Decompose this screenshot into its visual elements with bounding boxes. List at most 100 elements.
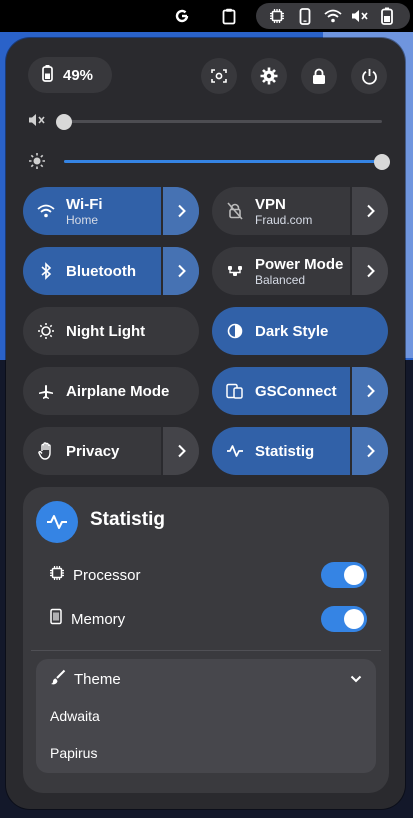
tile-airplane-mode[interactable]: Airplane Mode — [23, 367, 199, 415]
dark-style-toggle[interactable]: Dark Style — [212, 307, 388, 355]
privacy-expand-button[interactable] — [161, 427, 199, 475]
privacy-toggle[interactable]: Privacy — [23, 427, 161, 475]
tile-privacy[interactable]: Privacy — [23, 427, 199, 475]
statistig-title: Statistig — [255, 442, 315, 460]
wifi-network: Home — [66, 212, 99, 227]
screenshot-button[interactable] — [201, 58, 237, 94]
power-mode-expand-button[interactable] — [350, 247, 388, 295]
cpu-icon — [267, 6, 287, 26]
tile-power-mode[interactable]: Power Mode Balanced — [212, 247, 388, 295]
night-light-toggle[interactable]: Night Light — [23, 307, 199, 355]
chevron-right-icon — [177, 204, 186, 218]
wifi-icon — [37, 202, 55, 220]
power-button[interactable] — [351, 58, 387, 94]
phone-icon — [296, 6, 314, 26]
wifi-icon — [322, 6, 344, 26]
clipboard-icon[interactable] — [219, 6, 239, 26]
wifi-toggle[interactable]: Wi-Fi Home — [23, 187, 161, 235]
volume-slider[interactable] — [28, 110, 388, 132]
tile-bluetooth[interactable]: Bluetooth — [23, 247, 199, 295]
battery-percent: 49% — [63, 66, 94, 84]
statistig-expand-button[interactable] — [350, 427, 388, 475]
lock-icon — [313, 68, 325, 84]
dark-style-icon — [226, 322, 244, 340]
system-tray-button[interactable] — [256, 3, 410, 29]
power-mode-title: Power Mode — [255, 255, 344, 273]
wifi-expand-button[interactable] — [161, 187, 199, 235]
tile-statistig[interactable]: Statistig — [212, 427, 388, 475]
dark-style-title: Dark Style — [255, 322, 329, 340]
processor-row[interactable]: Processor — [49, 562, 367, 588]
gsconnect-title: GSConnect — [255, 382, 337, 400]
memory-row[interactable]: Memory — [49, 606, 367, 632]
battery-icon — [42, 64, 53, 86]
power-mode-toggle[interactable]: Power Mode Balanced — [212, 247, 350, 295]
chevron-right-icon — [177, 444, 186, 458]
vpn-expand-button[interactable] — [350, 187, 388, 235]
airplane-icon — [37, 382, 55, 400]
settings-button[interactable] — [251, 58, 287, 94]
night-light-icon — [37, 322, 55, 340]
memory-icon — [49, 608, 63, 630]
airplane-mode-title: Airplane Mode — [66, 382, 170, 400]
volume-track — [56, 114, 382, 130]
airplane-mode-toggle[interactable]: Airplane Mode — [23, 367, 199, 415]
battery-icon — [378, 6, 396, 26]
hand-icon — [37, 442, 55, 460]
power-mode-value: Balanced — [255, 272, 306, 287]
theme-option-adwaita[interactable]: Adwaita — [50, 708, 100, 724]
gear-icon — [260, 67, 278, 85]
top-bar — [0, 0, 413, 32]
cpu-icon — [49, 565, 65, 586]
brightness-slider[interactable] — [28, 150, 390, 172]
theme-option-papirus[interactable]: Papirus — [50, 745, 97, 761]
volume-knob[interactable] — [56, 114, 72, 130]
privacy-title: Privacy — [66, 442, 120, 460]
brightness-knob[interactable] — [374, 154, 390, 170]
switch-knob — [344, 565, 364, 585]
bluetooth-expand-button[interactable] — [161, 247, 199, 295]
google-g-icon[interactable] — [172, 6, 192, 26]
statistig-submenu: Statistig Processor Memory Theme Adwaita… — [23, 487, 389, 793]
gsconnect-expand-button[interactable] — [350, 367, 388, 415]
gsconnect-toggle[interactable]: GSConnect — [212, 367, 350, 415]
quick-settings-menu: 49% Wi-Fi Home VPN Fraud.com Bluetooth P… — [6, 38, 405, 809]
activity-icon — [226, 442, 244, 460]
vpn-off-icon — [226, 202, 244, 220]
switch-knob — [344, 609, 364, 629]
wifi-title: Wi-Fi — [66, 195, 103, 213]
submenu-separator — [31, 650, 381, 651]
processor-label: Processor — [73, 566, 141, 584]
statistig-toggle[interactable]: Statistig — [212, 427, 350, 475]
activity-icon — [36, 501, 78, 543]
tile-gsconnect[interactable]: GSConnect — [212, 367, 388, 415]
devices-icon — [226, 382, 244, 400]
bluetooth-toggle[interactable]: Bluetooth — [23, 247, 161, 295]
chevron-right-icon — [366, 444, 375, 458]
theme-label: Theme — [74, 670, 121, 688]
chevron-right-icon — [366, 384, 375, 398]
tile-dark-style[interactable]: Dark Style — [212, 307, 388, 355]
screenshot-icon — [211, 69, 227, 83]
vpn-toggle[interactable]: VPN Fraud.com — [212, 187, 350, 235]
tile-night-light[interactable]: Night Light — [23, 307, 199, 355]
power-profile-icon — [226, 262, 244, 280]
brush-icon — [50, 669, 66, 690]
brightness-fill — [64, 160, 382, 163]
night-light-title: Night Light — [66, 322, 146, 340]
chevron-right-icon — [366, 264, 375, 278]
chevron-down-icon[interactable] — [350, 670, 362, 688]
tile-wifi[interactable]: Wi-Fi Home — [23, 187, 199, 235]
lock-button[interactable] — [301, 58, 337, 94]
vpn-title: VPN — [255, 195, 286, 213]
brightness-track — [64, 154, 390, 170]
memory-switch[interactable] — [321, 606, 367, 632]
theme-dropdown[interactable]: Theme Adwaita Papirus — [36, 659, 376, 773]
tile-vpn[interactable]: VPN Fraud.com — [212, 187, 388, 235]
memory-label: Memory — [71, 610, 126, 628]
battery-indicator[interactable]: 49% — [28, 57, 112, 93]
theme-header[interactable]: Theme — [50, 669, 362, 689]
processor-switch[interactable] — [321, 562, 367, 588]
volume-muted-icon — [350, 6, 370, 26]
volume-muted-icon[interactable] — [28, 112, 46, 130]
